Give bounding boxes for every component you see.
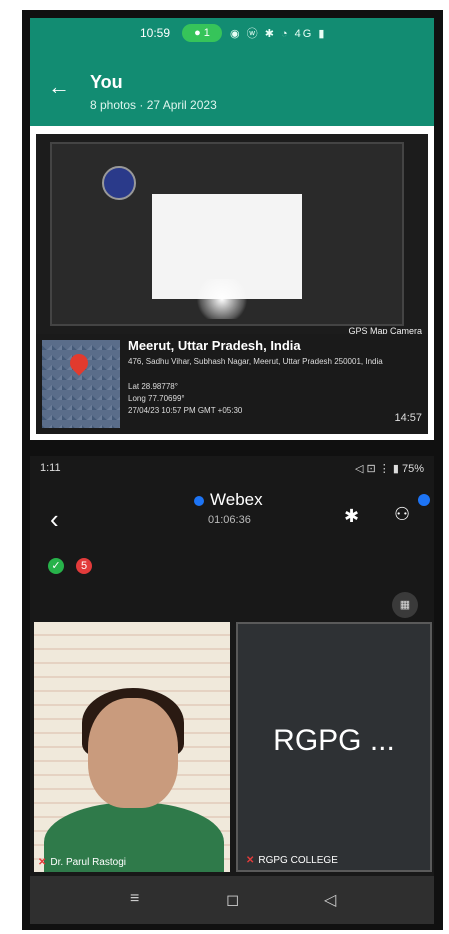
webex-status-time: 1:11 <box>40 462 61 474</box>
map-thumbnail <box>42 340 120 428</box>
geo-datetime: 27/04/23 10:57 PM GMT +05:30 <box>128 406 243 415</box>
arrow-left-icon[interactable]: ← <box>48 74 70 100</box>
status-icons: ◉ ⓦ ✱ ◔ 4G ▮ <box>230 28 327 40</box>
home-icon[interactable]: ◻ <box>226 890 239 910</box>
participant-face <box>88 698 178 808</box>
bluetooth-icon[interactable]: ✱ <box>344 506 359 527</box>
chevron-left-icon[interactable]: ‹ <box>50 504 59 535</box>
light-glare <box>192 279 252 319</box>
page-title: You <box>90 72 123 92</box>
geo-latitude: Lat 28.98778° <box>128 382 178 391</box>
call-indicator[interactable]: ● 1 <box>182 24 222 42</box>
webex-meeting: 1:11 ◁ ⊡ ⋮ ▮ 75% ‹ Webex 01:06:36 ✱ ⚇ ✓ … <box>30 456 434 876</box>
mic-muted-icon: ✕ <box>38 857 47 868</box>
participants-badge <box>418 494 430 506</box>
phone-screenshot: 10:59 ● 1 ◉ ⓦ ✱ ◔ 4G ▮ ← You 8 photos · … <box>22 10 443 930</box>
meeting-title[interactable]: Webex <box>210 490 263 510</box>
recent-apps-icon[interactable]: ≡ <box>130 890 139 908</box>
participant-tile[interactable]: ✕ Dr. Parul Rastogi <box>34 622 230 872</box>
android-nav-bar: ≡ ◻ ◁ <box>30 876 434 924</box>
college-logo-icon <box>102 166 136 200</box>
meeting-clock: 01:06:36 <box>208 514 251 526</box>
participant-name: ✕ Dr. Parul Rastogi <box>38 857 126 868</box>
status-time: 10:59 <box>140 26 171 40</box>
location-pin-icon <box>66 350 92 376</box>
back-icon[interactable]: ◁ <box>324 890 336 910</box>
geo-longitude: Long 77.70699° <box>128 394 185 403</box>
geotagged-photo[interactable]: GPS Map Camera Meerut, Uttar Pradesh, In… <box>36 134 428 434</box>
secure-badge[interactable]: ✓ <box>48 558 64 574</box>
alert-badge[interactable]: 5 <box>76 558 92 574</box>
photo-time: 14:57 <box>394 412 422 424</box>
app-bar: ← You 8 photos · 27 April 2023 <box>30 50 434 126</box>
geo-stamp: Meerut, Uttar Pradesh, India 476, Sadhu … <box>36 334 428 434</box>
participant-name: ✕ RGPG COLLEGE <box>246 855 338 866</box>
mic-muted-icon: ✕ <box>246 855 255 866</box>
page-subtitle: 8 photos · 27 April 2023 <box>90 98 217 112</box>
photo-viewer[interactable]: GPS Map Camera Meerut, Uttar Pradesh, In… <box>30 126 434 440</box>
participant-tile[interactable]: RGPG ... ✕ RGPG COLLEGE <box>236 622 432 872</box>
status-bar: 10:59 ● 1 ◉ ⓦ ✱ ◔ 4G ▮ <box>30 18 434 50</box>
geo-place: Meerut, Uttar Pradesh, India <box>128 338 301 353</box>
webex-status-icons: ◁ ⊡ ⋮ ▮ 75% <box>355 463 424 475</box>
grid-layout-icon[interactable]: ▦ <box>392 592 418 618</box>
participants-icon[interactable]: ⚇ <box>394 504 410 525</box>
webex-logo-icon <box>194 496 204 506</box>
participant-initials: RGPG ... <box>273 724 395 757</box>
laptop-image <box>50 142 404 326</box>
geo-address: 476, Sadhu Vihar, Subhash Nagar, Meerut,… <box>128 357 383 366</box>
